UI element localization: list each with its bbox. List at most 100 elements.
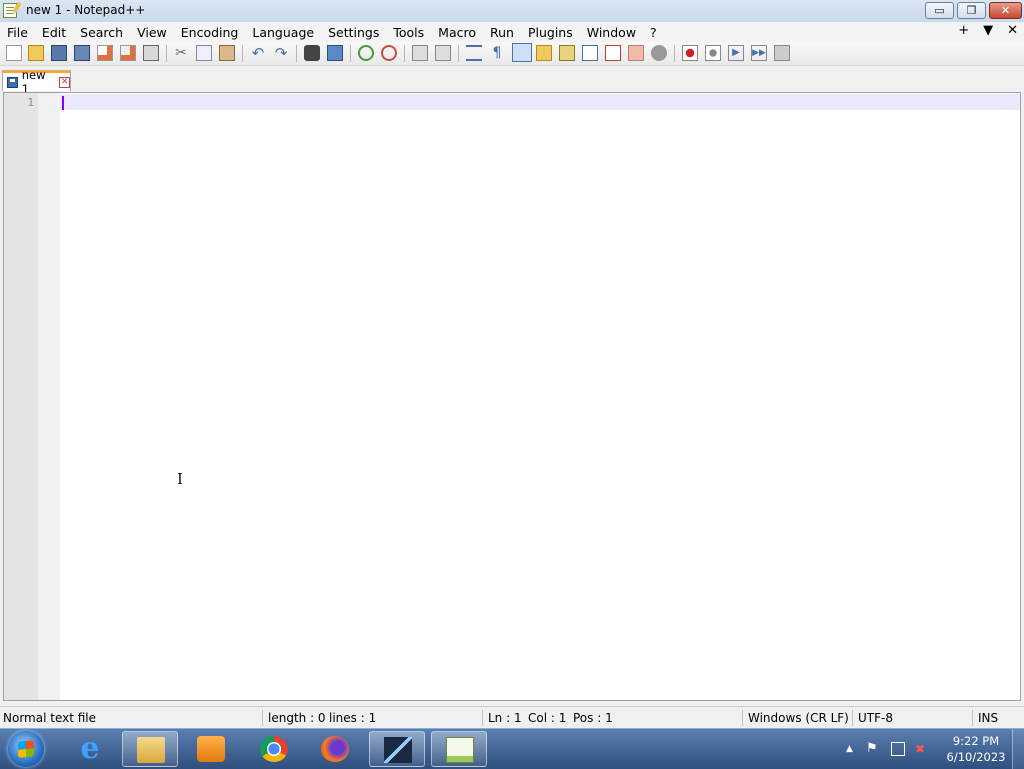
- mouse-ibeam-cursor-icon: I: [177, 470, 183, 488]
- volume-muted-icon[interactable]: ✖: [915, 742, 929, 756]
- line-number: 1: [27, 96, 34, 109]
- toolbar-separator: [296, 45, 297, 62]
- zoom-out-icon[interactable]: [381, 45, 397, 61]
- taskbar-notepad-plus-plus[interactable]: [431, 731, 487, 767]
- chrome-icon: [260, 736, 288, 762]
- taskbar-internet-explorer[interactable]: e: [62, 731, 118, 767]
- new-file-icon[interactable]: [6, 45, 22, 61]
- status-separator: [852, 710, 853, 726]
- status-encoding[interactable]: UTF-8: [858, 711, 893, 725]
- add-tab-button[interactable]: +: [958, 23, 969, 38]
- function-list-icon[interactable]: [582, 45, 598, 61]
- document-map-icon[interactable]: [559, 45, 575, 61]
- menu-plugins[interactable]: Plugins: [521, 25, 580, 40]
- status-insert-mode[interactable]: INS: [978, 711, 998, 725]
- copy-icon[interactable]: [196, 45, 212, 61]
- start-button[interactable]: [8, 731, 44, 767]
- save-all-icon[interactable]: [74, 45, 90, 61]
- redo-icon[interactable]: ↷: [273, 45, 289, 61]
- sync-vertical-icon[interactable]: [412, 45, 428, 61]
- save-icon: [7, 76, 18, 88]
- sync-horizontal-icon[interactable]: [435, 45, 451, 61]
- status-length: length : 0: [268, 711, 326, 725]
- clock-date: 6/10/2023: [946, 750, 1006, 764]
- indent-guide-icon[interactable]: [512, 43, 532, 62]
- system-clock[interactable]: 9:22 PM 6/10/2023: [945, 733, 1007, 765]
- show-hidden-icons-icon[interactable]: ▲: [846, 742, 860, 756]
- close-all-icon[interactable]: [120, 45, 136, 61]
- menu-view[interactable]: View: [130, 25, 174, 40]
- title-bar: new 1 - Notepad++ ▭ ❐ ✕: [0, 0, 1024, 22]
- menu-encoding[interactable]: Encoding: [174, 25, 246, 40]
- run-macro-multiple-icon[interactable]: ▶▶: [751, 45, 767, 61]
- save-macro-icon[interactable]: [774, 45, 790, 61]
- word-wrap-icon[interactable]: [466, 45, 482, 61]
- show-all-characters-icon[interactable]: ¶: [489, 45, 505, 61]
- menu-edit[interactable]: Edit: [35, 25, 73, 40]
- menu-right-controls: + ▼ ✕: [958, 23, 1018, 38]
- close-icon[interactable]: [97, 45, 113, 61]
- menu-search[interactable]: Search: [73, 25, 130, 40]
- text-editor[interactable]: 1 I: [3, 92, 1021, 701]
- action-center-flag-icon[interactable]: ⚑: [866, 742, 880, 756]
- status-pos: Pos : 1: [573, 711, 613, 725]
- network-icon[interactable]: [891, 742, 905, 756]
- media-player-icon: [197, 736, 225, 762]
- maximize-button[interactable]: ❐: [957, 2, 986, 19]
- status-file-type: Normal text file: [3, 711, 97, 725]
- toolbar-separator: [166, 45, 167, 62]
- notepad-plus-plus-icon: [3, 3, 17, 18]
- menu-settings[interactable]: Settings: [321, 25, 386, 40]
- taskbar-file-explorer[interactable]: [122, 731, 178, 767]
- close-icon[interactable]: ✕: [59, 76, 70, 88]
- toolbar-separator: [674, 45, 675, 62]
- cut-icon[interactable]: ✂: [173, 45, 189, 61]
- paste-icon[interactable]: [219, 45, 235, 61]
- tab-new-1[interactable]: new 1 ✕: [2, 68, 71, 96]
- find-icon[interactable]: [304, 45, 320, 61]
- save-icon[interactable]: [51, 45, 67, 61]
- menu-run[interactable]: Run: [483, 25, 521, 40]
- taskbar: e ▲ ⚑ ✖ 9:22 PM 6/10/2023: [0, 728, 1024, 769]
- video-editor-icon: [384, 737, 412, 763]
- print-icon[interactable]: [143, 45, 159, 61]
- macro-icon[interactable]: [651, 45, 667, 61]
- toolbar: ✂ ↶ ↷ ¶ ▶ ▶▶: [0, 42, 1024, 66]
- menu-help[interactable]: ?: [643, 25, 664, 40]
- close-window-button[interactable]: ✕: [989, 2, 1022, 19]
- taskbar-media-player[interactable]: [183, 731, 239, 767]
- window-title: new 1 - Notepad++: [26, 3, 146, 17]
- tab-list-dropdown-button[interactable]: ▼: [983, 23, 993, 38]
- status-separator: [482, 710, 483, 726]
- menu-window[interactable]: Window: [580, 25, 643, 40]
- taskbar-firefox[interactable]: [307, 731, 363, 767]
- open-file-icon[interactable]: [28, 45, 44, 61]
- undo-icon[interactable]: ↶: [250, 45, 266, 61]
- playback-icon[interactable]: ▶: [728, 45, 744, 61]
- user-defined-language-icon[interactable]: [536, 45, 552, 61]
- menu-tools[interactable]: Tools: [386, 25, 431, 40]
- close-document-button[interactable]: ✕: [1007, 23, 1018, 38]
- minimize-button[interactable]: ▭: [925, 2, 954, 19]
- status-separator: [972, 710, 973, 726]
- taskbar-video-editor[interactable]: [369, 731, 425, 767]
- current-line-highlight: [60, 94, 1020, 110]
- taskbar-chrome[interactable]: [246, 731, 302, 767]
- start-recording-icon[interactable]: [682, 45, 698, 61]
- toolbar-separator: [242, 45, 243, 62]
- show-desktop-button[interactable]: [1012, 729, 1024, 769]
- internet-explorer-icon: e: [80, 731, 100, 766]
- status-separator: [742, 710, 743, 726]
- menu-macro[interactable]: Macro: [431, 25, 483, 40]
- status-lines: lines : 1: [329, 711, 377, 725]
- stop-recording-icon[interactable]: [705, 45, 721, 61]
- replace-icon[interactable]: [327, 45, 343, 61]
- fold-margin[interactable]: [38, 93, 60, 700]
- status-eol[interactable]: Windows (CR LF): [748, 711, 849, 725]
- text-caret: [62, 96, 64, 110]
- menu-language[interactable]: Language: [245, 25, 321, 40]
- zoom-in-icon[interactable]: [358, 45, 374, 61]
- folder-as-workspace-icon[interactable]: [605, 45, 621, 61]
- menu-file[interactable]: File: [0, 25, 35, 40]
- monitoring-icon[interactable]: [628, 45, 644, 61]
